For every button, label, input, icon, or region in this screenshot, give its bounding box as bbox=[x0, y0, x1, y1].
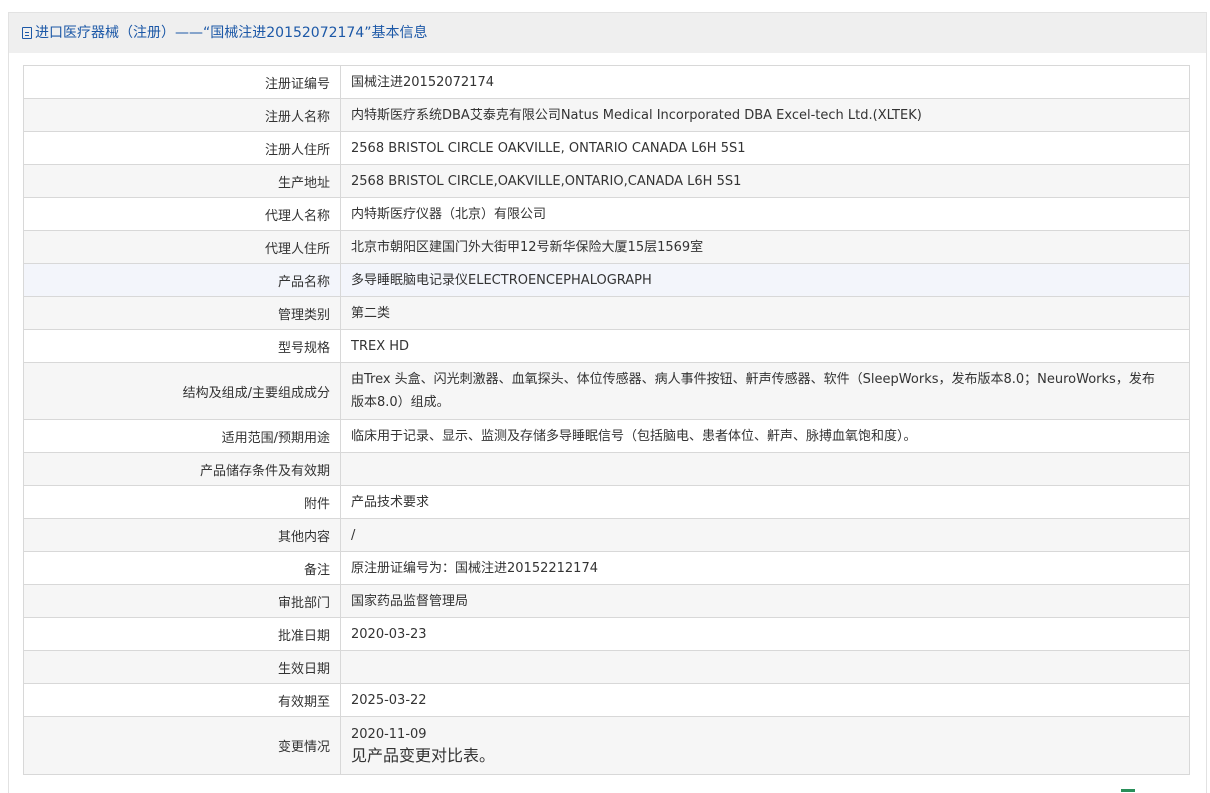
row-label: 生产地址 bbox=[23, 164, 341, 198]
table-row: 注册人住所 2568 BRISTOL CIRCLE OAKVILLE, ONTA… bbox=[23, 131, 1190, 165]
row-label: 产品储存条件及有效期 bbox=[23, 452, 341, 486]
row-value: 由Trex 头盒、闪光刺激器、血氧探头、体位传感器、病人事件按钮、鼾声传感器、软… bbox=[340, 362, 1190, 420]
row-label: 备注 bbox=[23, 551, 341, 585]
row-label: 管理类别 bbox=[23, 296, 341, 330]
row-value: 临床用于记录、显示、监测及存储多导睡眠信号（包括脑电、患者体位、鼾声、脉搏血氧饱… bbox=[340, 419, 1190, 453]
row-value: 第二类 bbox=[340, 296, 1190, 330]
row-value: / bbox=[340, 518, 1190, 552]
document-icon bbox=[22, 27, 32, 39]
row-value: 内特斯医疗系统DBA艾泰克有限公司Natus Medical Incorpora… bbox=[340, 98, 1190, 132]
table-row: 代理人住所 北京市朝阳区建国门外大街甲12号新华保险大厦15层1569室 bbox=[23, 230, 1190, 264]
row-value: 多导睡眠脑电记录仪ELECTROENCEPHALOGRAPH bbox=[340, 263, 1190, 297]
panel-title-bar: 进口医疗器械（注册）——“国械注进20152072174”基本信息 bbox=[9, 13, 1206, 53]
row-value: 原注册证编号为：国械注进20152212174 bbox=[340, 551, 1190, 585]
table-row: 适用范围/预期用途 临床用于记录、显示、监测及存储多导睡眠信号（包括脑电、患者体… bbox=[23, 419, 1190, 453]
row-value: 内特斯医疗仪器（北京）有限公司 bbox=[340, 197, 1190, 231]
row-value: 2020-03-23 bbox=[340, 617, 1190, 651]
table-row: 备注 原注册证编号为：国械注进20152212174 bbox=[23, 551, 1190, 585]
row-label: 产品名称 bbox=[23, 263, 341, 297]
row-label: 注册证编号 bbox=[23, 65, 341, 99]
change-note: 见产品变更对比表。 bbox=[351, 745, 496, 765]
row-label: 适用范围/预期用途 bbox=[23, 419, 341, 453]
row-value: 国械注进20152072174 bbox=[340, 65, 1190, 99]
row-label: 批准日期 bbox=[23, 617, 341, 651]
row-label: 附件 bbox=[23, 485, 341, 519]
row-label: 变更情况 bbox=[23, 716, 341, 775]
row-value: 2568 BRISTOL CIRCLE OAKVILLE, ONTARIO CA… bbox=[340, 131, 1190, 165]
row-label: 代理人名称 bbox=[23, 197, 341, 231]
row-value: 产品技术要求 bbox=[340, 485, 1190, 519]
table-row: 注册证编号 国械注进20152072174 bbox=[23, 65, 1190, 99]
table-row: 批准日期 2020-03-23 bbox=[23, 617, 1190, 651]
table-row: 产品名称 多导睡眠脑电记录仪ELECTROENCEPHALOGRAPH bbox=[23, 263, 1190, 297]
row-value bbox=[340, 650, 1190, 684]
table-row: 变更情况 2020-11-09 见产品变更对比表。 bbox=[23, 716, 1190, 775]
table-row: 生产地址 2568 BRISTOL CIRCLE,OAKVILLE,ONTARI… bbox=[23, 164, 1190, 198]
table-row: 产品储存条件及有效期 bbox=[23, 452, 1190, 486]
table-row: 型号规格 TREX HD bbox=[23, 329, 1190, 363]
row-label: 有效期至 bbox=[23, 683, 341, 717]
table-row: 生效日期 bbox=[23, 650, 1190, 684]
device-info-table: 注册证编号 国械注进20152072174 注册人名称 内特斯医疗系统DBA艾泰… bbox=[23, 65, 1190, 775]
row-label: 生效日期 bbox=[23, 650, 341, 684]
table-row: 审批部门 国家药品监督管理局 bbox=[23, 584, 1190, 618]
table-row: 代理人名称 内特斯医疗仪器（北京）有限公司 bbox=[23, 197, 1190, 231]
row-label: 其他内容 bbox=[23, 518, 341, 552]
row-value: TREX HD bbox=[340, 329, 1190, 363]
table-row: 注册人名称 内特斯医疗系统DBA艾泰克有限公司Natus Medical Inc… bbox=[23, 98, 1190, 132]
row-value: 2568 BRISTOL CIRCLE,OAKVILLE,ONTARIO,CAN… bbox=[340, 164, 1190, 198]
panel-content: 注册证编号 国械注进20152072174 注册人名称 内特斯医疗系统DBA艾泰… bbox=[9, 53, 1206, 793]
row-label: 代理人住所 bbox=[23, 230, 341, 264]
row-label: 型号规格 bbox=[23, 329, 341, 363]
table-row: 其他内容 / bbox=[23, 518, 1190, 552]
row-value: 2020-11-09 见产品变更对比表。 bbox=[340, 716, 1190, 775]
table-row: 附件 产品技术要求 bbox=[23, 485, 1190, 519]
change-date: 2020-11-09 bbox=[351, 726, 427, 742]
row-label: 注册人名称 bbox=[23, 98, 341, 132]
row-value: 北京市朝阳区建国门外大街甲12号新华保险大厦15层1569室 bbox=[340, 230, 1190, 264]
table-row: 有效期至 2025-03-22 bbox=[23, 683, 1190, 717]
table-row: 管理类别 第二类 bbox=[23, 296, 1190, 330]
row-value bbox=[340, 452, 1190, 486]
table-row: 结构及组成/主要组成成分 由Trex 头盒、闪光刺激器、血氧探头、体位传感器、病… bbox=[23, 362, 1190, 420]
row-label: 审批部门 bbox=[23, 584, 341, 618]
detail-panel: 进口医疗器械（注册）——“国械注进20152072174”基本信息 注册证编号 … bbox=[8, 12, 1207, 793]
panel-title: 进口医疗器械（注册）——“国械注进20152072174”基本信息 bbox=[35, 25, 428, 41]
row-value: 2025-03-22 bbox=[340, 683, 1190, 717]
row-label: 结构及组成/主要组成成分 bbox=[23, 362, 341, 420]
row-label: 注册人住所 bbox=[23, 131, 341, 165]
row-value: 国家药品监督管理局 bbox=[340, 584, 1190, 618]
